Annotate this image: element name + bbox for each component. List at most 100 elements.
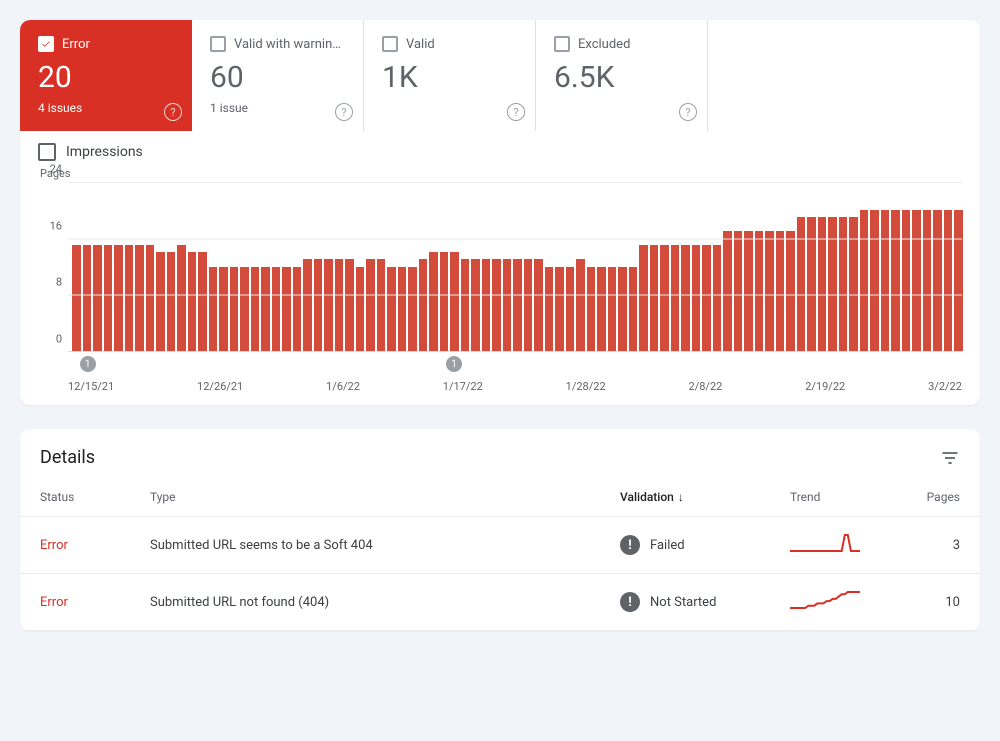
bar — [545, 267, 554, 352]
checkbox-icon — [554, 36, 570, 52]
bar — [125, 245, 134, 351]
bar — [881, 210, 890, 351]
status-value: 1K — [382, 60, 517, 95]
bar — [744, 231, 753, 351]
help-icon[interactable]: ? — [164, 103, 182, 121]
bar — [450, 252, 459, 351]
bar — [219, 267, 228, 352]
bar — [261, 267, 270, 352]
bar — [713, 245, 722, 351]
bar — [587, 267, 596, 352]
bar — [944, 210, 953, 351]
bar — [639, 245, 648, 351]
checkbox-icon — [210, 36, 226, 52]
bar — [387, 267, 396, 352]
bar — [324, 259, 333, 351]
y-axis-label: Pages — [40, 167, 962, 180]
status-card-valid[interactable]: Valid 1K? — [364, 20, 536, 131]
row-type: Submitted URL seems to be a Soft 404 — [130, 517, 600, 574]
help-icon[interactable]: ? — [679, 103, 697, 121]
status-card-excluded[interactable]: Excluded6.5K? — [536, 20, 708, 131]
bar — [513, 259, 522, 351]
bar — [776, 231, 785, 351]
bar — [72, 245, 81, 351]
bar — [282, 267, 291, 352]
y-tick: 0 — [56, 333, 62, 346]
x-tick: 3/2/22 — [928, 380, 962, 393]
x-tick: 12/15/21 — [68, 380, 114, 393]
bar — [723, 231, 732, 351]
bar — [198, 252, 207, 351]
bar — [230, 267, 239, 352]
bar — [765, 231, 774, 351]
status-sub — [554, 101, 689, 115]
details-card: Details Status Type Validation↓ Trend Pa… — [20, 429, 980, 631]
bar — [912, 210, 921, 351]
x-tick: 2/8/22 — [689, 380, 723, 393]
status-sub: 1 issue — [210, 101, 345, 115]
filter-icon[interactable] — [940, 448, 960, 468]
bar — [797, 217, 806, 351]
bar — [618, 267, 627, 352]
status-label: Excluded — [578, 37, 630, 52]
bar — [702, 245, 711, 351]
help-icon[interactable]: ? — [335, 103, 353, 121]
bar — [597, 267, 606, 352]
bar — [251, 267, 260, 352]
col-trend[interactable]: Trend — [770, 478, 900, 517]
status-label: Valid — [406, 37, 435, 52]
table-row[interactable]: ErrorSubmitted URL not found (404)!Not S… — [20, 574, 980, 631]
bar — [692, 245, 701, 351]
bar — [734, 231, 743, 351]
bar — [356, 267, 365, 352]
row-trend — [770, 517, 900, 574]
bar — [146, 245, 155, 351]
checkbox-icon — [382, 36, 398, 52]
col-type[interactable]: Type — [130, 478, 600, 517]
bar — [419, 259, 428, 351]
bar — [461, 259, 470, 351]
bar — [828, 217, 837, 351]
col-pages[interactable]: Pages — [900, 478, 980, 517]
bar — [933, 210, 942, 351]
bar — [839, 217, 848, 351]
bar — [534, 259, 543, 351]
row-pages: 10 — [900, 574, 980, 631]
bar — [492, 259, 501, 351]
col-validation[interactable]: Validation↓ — [600, 478, 770, 517]
status-label: Valid with warnin… — [234, 37, 341, 52]
bar — [786, 231, 795, 351]
bar — [293, 267, 302, 352]
help-icon[interactable]: ? — [507, 103, 525, 121]
status-card-error[interactable]: Error204 issues? — [20, 20, 192, 131]
bar — [482, 259, 491, 351]
x-axis: 12/15/2112/26/211/6/221/17/221/28/222/8/… — [68, 380, 962, 393]
bar — [377, 259, 386, 351]
impressions-toggle[interactable]: Impressions — [20, 131, 980, 167]
table-row[interactable]: ErrorSubmitted URL seems to be a Soft 40… — [20, 517, 980, 574]
bar — [818, 217, 827, 351]
sort-desc-icon: ↓ — [678, 490, 684, 504]
bar — [524, 259, 533, 351]
status-label: Error — [62, 37, 90, 52]
bar — [209, 267, 218, 352]
row-status: Error — [40, 595, 68, 610]
status-tabs: Error204 issues?Valid with warnin…601 is… — [20, 20, 980, 131]
bar — [503, 259, 512, 351]
chart: Pages 081624 11 12/15/2112/26/211/6/221/… — [20, 167, 980, 405]
x-tick: 1/6/22 — [326, 380, 360, 393]
row-validation: !Failed — [620, 535, 750, 555]
status-card-valid-with-warnin[interactable]: Valid with warnin…601 issue? — [192, 20, 364, 131]
bar — [177, 245, 186, 351]
bar — [440, 252, 449, 351]
row-pages: 3 — [900, 517, 980, 574]
col-status[interactable]: Status — [20, 478, 130, 517]
bar — [608, 267, 617, 352]
bar — [135, 245, 144, 351]
bar — [849, 217, 858, 351]
bar — [629, 267, 638, 352]
row-trend — [770, 574, 900, 631]
bar — [555, 267, 564, 352]
bar — [272, 267, 281, 352]
bar — [902, 210, 911, 351]
